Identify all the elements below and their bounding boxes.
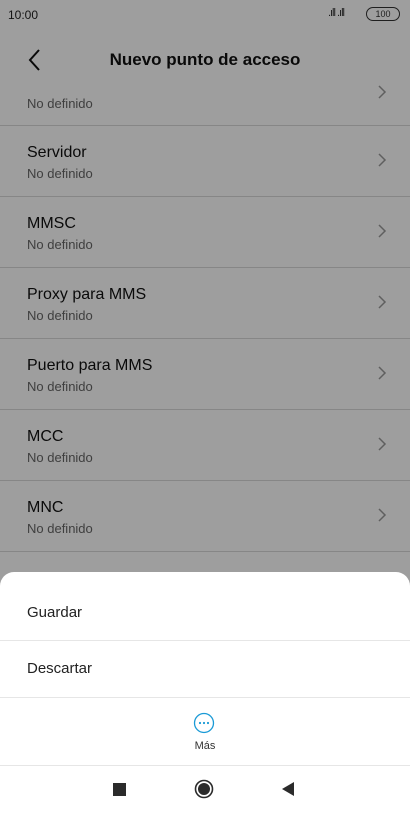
discard-button[interactable]: Descartar xyxy=(0,641,410,698)
recents-icon[interactable] xyxy=(113,783,126,796)
back-icon[interactable] xyxy=(281,781,295,797)
more-label: Más xyxy=(194,740,216,752)
discard-label: Descartar xyxy=(27,660,93,677)
more-icon xyxy=(193,712,215,734)
save-label: Guardar xyxy=(27,604,83,621)
more-button[interactable]: Más xyxy=(0,698,410,766)
bottom-sheet: Guardar Descartar Más xyxy=(0,572,410,820)
home-icon[interactable] xyxy=(194,779,214,799)
system-navigation-bar xyxy=(0,766,410,820)
save-button[interactable]: Guardar xyxy=(0,572,410,641)
